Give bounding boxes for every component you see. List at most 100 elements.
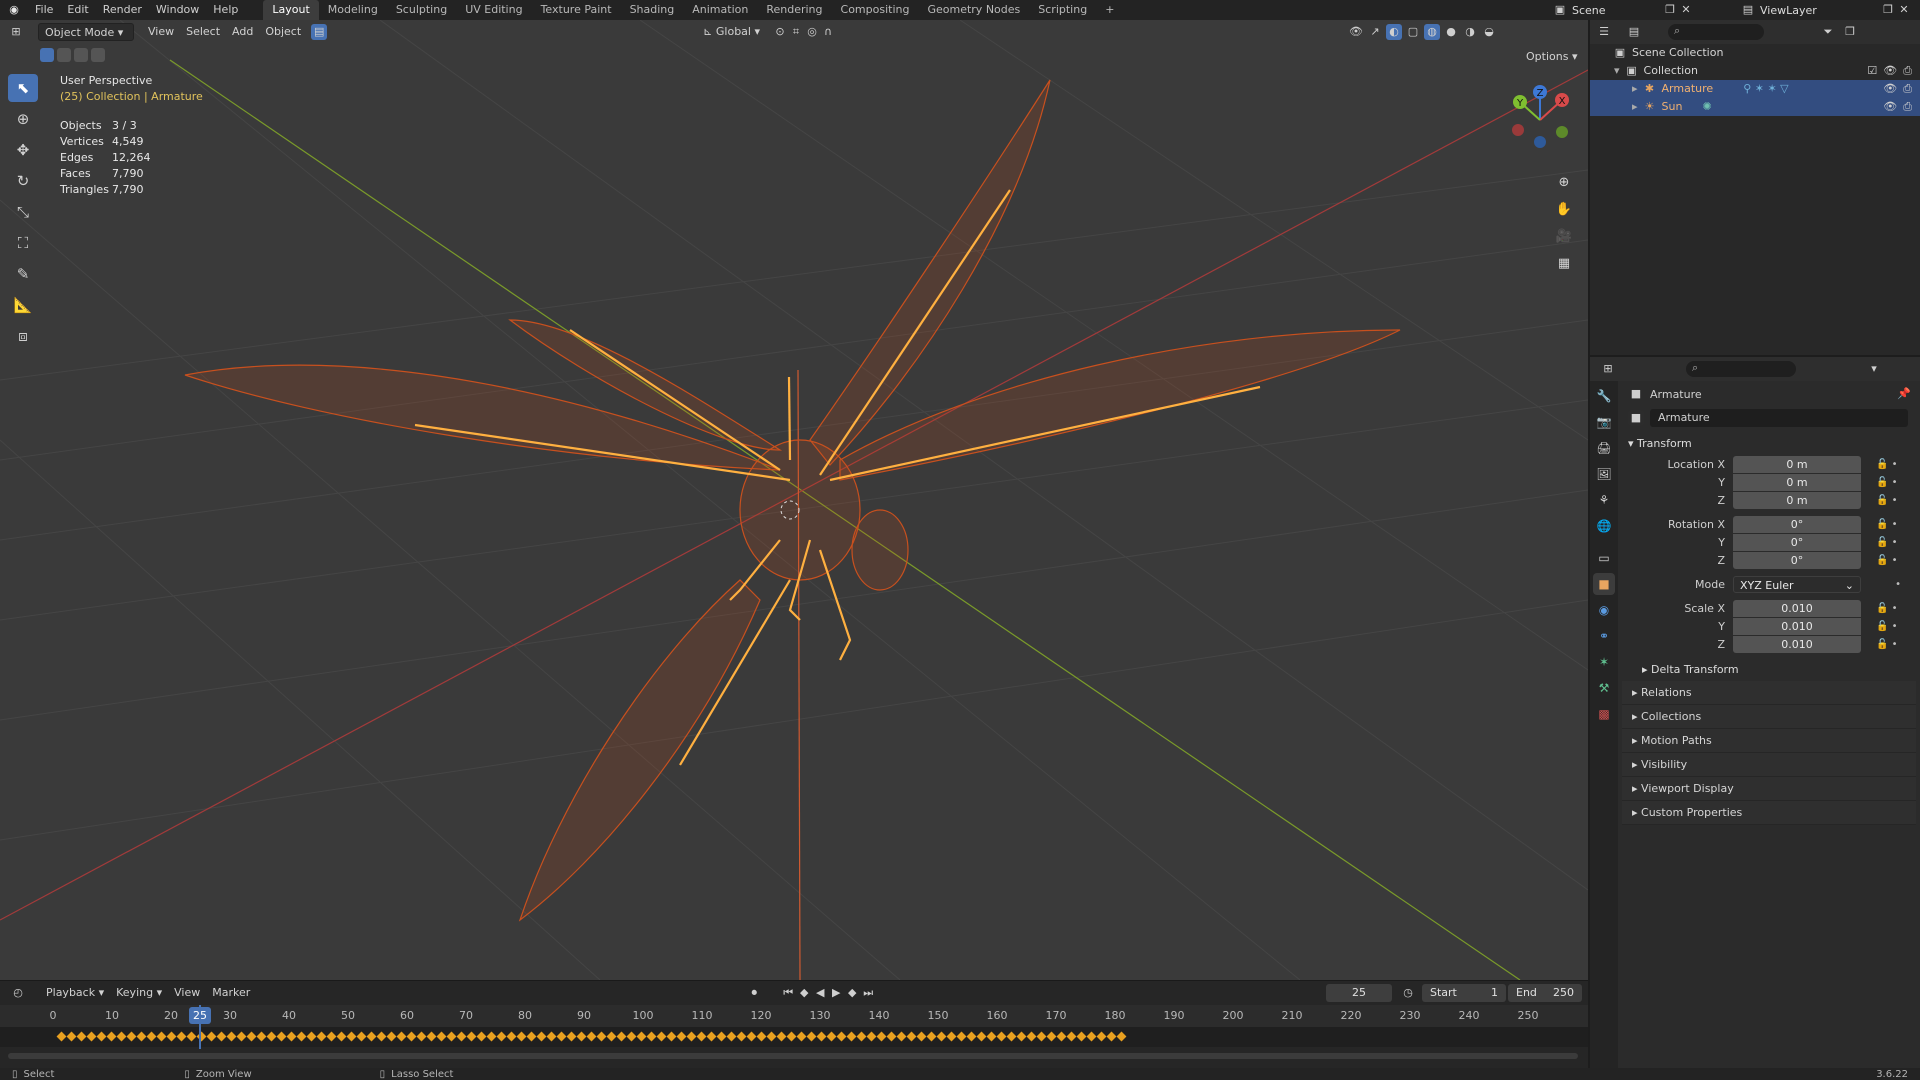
jump-keyframe-forward-icon[interactable]: ◆ [844, 985, 860, 1001]
keyframe-diamond[interactable] [436, 1031, 447, 1042]
3d-viewport[interactable]: ⊞ Object Mode ▾ View Select Add Object ▤… [0, 20, 1588, 980]
keyframe-diamond[interactable] [216, 1031, 227, 1042]
lock-keyframe-icons[interactable]: 🔓 • [1876, 603, 1898, 614]
lock-keyframe-icons[interactable]: 🔓 • [1876, 555, 1898, 566]
menu-view[interactable]: View [142, 23, 180, 41]
delete-scene-icon[interactable]: ✕ [1678, 2, 1694, 18]
keyframe-diamond[interactable] [1016, 1031, 1027, 1042]
menu-file[interactable]: File [28, 0, 60, 20]
keyframe-diamond[interactable] [286, 1031, 297, 1042]
keyframe-diamond[interactable] [646, 1031, 657, 1042]
select-extend-icon[interactable] [57, 48, 71, 62]
keyframe-diamond[interactable] [346, 1031, 357, 1042]
menu-keying[interactable]: Keying ▾ [110, 984, 168, 1002]
keyframe-diamond[interactable] [806, 1031, 817, 1042]
keyframe-diamond[interactable] [576, 1031, 587, 1042]
keyframe-diamond[interactable] [86, 1031, 97, 1042]
keyframe-diamond[interactable] [166, 1031, 177, 1042]
keyframe-diamond[interactable] [416, 1031, 427, 1042]
render-tab-icon[interactable]: 📷 [1593, 411, 1615, 433]
rotation-mode-dropdown[interactable]: XYZ Euler ⌄ [1733, 575, 1861, 593]
keyframe-diamond[interactable] [296, 1031, 307, 1042]
keyframe-diamond[interactable] [1076, 1031, 1087, 1042]
keyframe-diamond[interactable] [1106, 1031, 1117, 1042]
keyframe-diamond[interactable] [226, 1031, 237, 1042]
menu-render[interactable]: Render [96, 0, 149, 20]
keyframe-diamond[interactable] [756, 1031, 767, 1042]
wireframe-shading-icon[interactable]: ◍ [1424, 24, 1440, 40]
keyframe-diamond[interactable] [316, 1031, 327, 1042]
tab-animation[interactable]: Animation [683, 0, 757, 20]
rotation-y-field[interactable]: 0° [1733, 533, 1861, 551]
keyframe-diamond[interactable] [916, 1031, 927, 1042]
gizmo-neg-y-icon[interactable] [1556, 126, 1568, 138]
bone-tab-icon[interactable]: ⚒ [1593, 677, 1615, 699]
menu-timeline-view[interactable]: View [168, 984, 206, 1002]
world-tab-icon[interactable]: 🌐 [1593, 515, 1615, 537]
timeline-editor-type-icon[interactable]: ◴ [10, 985, 26, 1001]
keyframe-diamond[interactable] [986, 1031, 997, 1042]
jump-start-icon[interactable]: ⏮ [780, 985, 796, 1001]
keyframe-diamond[interactable] [896, 1031, 907, 1042]
scale-z-field[interactable]: 0.010 [1733, 635, 1861, 653]
keyframe-diamond[interactable] [536, 1031, 547, 1042]
keyframe-diamond[interactable] [386, 1031, 397, 1042]
display-mode-icon[interactable]: ▤ [1626, 24, 1642, 40]
tab-shading[interactable]: Shading [621, 0, 684, 20]
keyframe-diamond[interactable] [836, 1031, 847, 1042]
editor-type-icon[interactable]: ⊞ [8, 24, 24, 40]
menu-window[interactable]: Window [149, 0, 206, 20]
keyframe-diamond[interactable] [1026, 1031, 1037, 1042]
properties-options-icon[interactable]: ▾ [1866, 361, 1882, 377]
view-layer-tab-icon[interactable]: 🖼 [1593, 463, 1615, 485]
keyframe-diamond[interactable] [266, 1031, 277, 1042]
outliner-row-collection[interactable]: ▾ ▣ Collection ☑ 👁 ⎙ [1590, 62, 1920, 80]
lock-keyframe-icons[interactable]: 🔓 • [1876, 519, 1898, 530]
keyframe-diamond[interactable] [516, 1031, 527, 1042]
panel-custom-properties[interactable]: ▸ Custom Properties [1622, 801, 1916, 825]
auto-key-icon[interactable]: ⏺ [746, 985, 762, 1001]
keyframe-diamond[interactable] [776, 1031, 787, 1042]
keyframe-diamond[interactable] [256, 1031, 267, 1042]
keyframe-diamond[interactable] [786, 1031, 797, 1042]
visibility-icon[interactable]: 👁 [1348, 24, 1364, 40]
keyframe-diamond[interactable] [936, 1031, 947, 1042]
falloff-icon[interactable]: ∩ [820, 24, 836, 40]
keyframe-diamond[interactable] [556, 1031, 567, 1042]
keyframe-diamond[interactable] [696, 1031, 707, 1042]
keyframe-diamond[interactable] [746, 1031, 757, 1042]
keyframe-diamond[interactable] [176, 1031, 187, 1042]
add-cube-tool-icon[interactable]: ⧈ [8, 322, 38, 350]
select-intersect-icon[interactable] [91, 48, 105, 62]
scene-icon[interactable]: ▣ [1552, 2, 1568, 18]
xray-icon[interactable]: ▢ [1405, 24, 1421, 40]
gizmo-neg-x-icon[interactable] [1512, 124, 1524, 136]
scene-tab-icon[interactable]: ⚘ [1593, 489, 1615, 511]
keyframe-diamond[interactable] [956, 1031, 967, 1042]
keyframe-diamond[interactable] [1046, 1031, 1057, 1042]
select-subtract-icon[interactable] [74, 48, 88, 62]
play-reverse-icon[interactable]: ◀ [812, 985, 828, 1001]
keyframe-diamond[interactable] [886, 1031, 897, 1042]
scale-x-field[interactable]: 0.010 [1733, 599, 1861, 617]
panel-relations[interactable]: ▸ Relations [1622, 681, 1916, 705]
pin-icon[interactable]: 📌 [1896, 386, 1912, 402]
panel-viewport-display[interactable]: ▸ Viewport Display [1622, 777, 1916, 801]
checkbox-icon[interactable]: ☑ [1867, 62, 1877, 80]
keyframe-diamond[interactable] [966, 1031, 977, 1042]
outliner-search-input[interactable]: ⌕ [1668, 24, 1764, 40]
keyframe-diamond[interactable] [336, 1031, 347, 1042]
keyframe-diamond[interactable] [996, 1031, 1007, 1042]
keyframe-diamond[interactable] [66, 1031, 77, 1042]
keyframe-diamond[interactable] [826, 1031, 837, 1042]
lock-keyframe-icons[interactable]: 🔓 • [1876, 537, 1898, 548]
keyframe-diamond[interactable] [186, 1031, 197, 1042]
menu-help[interactable]: Help [206, 0, 245, 20]
keyframe-diamond[interactable] [796, 1031, 807, 1042]
navigation-gizmo[interactable]: Z X Y [1500, 80, 1580, 160]
new-scene-icon[interactable]: ❐ [1662, 2, 1678, 18]
keyframe-diamond[interactable] [1066, 1031, 1077, 1042]
keyframe-diamond[interactable] [236, 1031, 247, 1042]
menu-add[interactable]: Add [226, 23, 259, 41]
keyframe-diamond[interactable] [736, 1031, 747, 1042]
